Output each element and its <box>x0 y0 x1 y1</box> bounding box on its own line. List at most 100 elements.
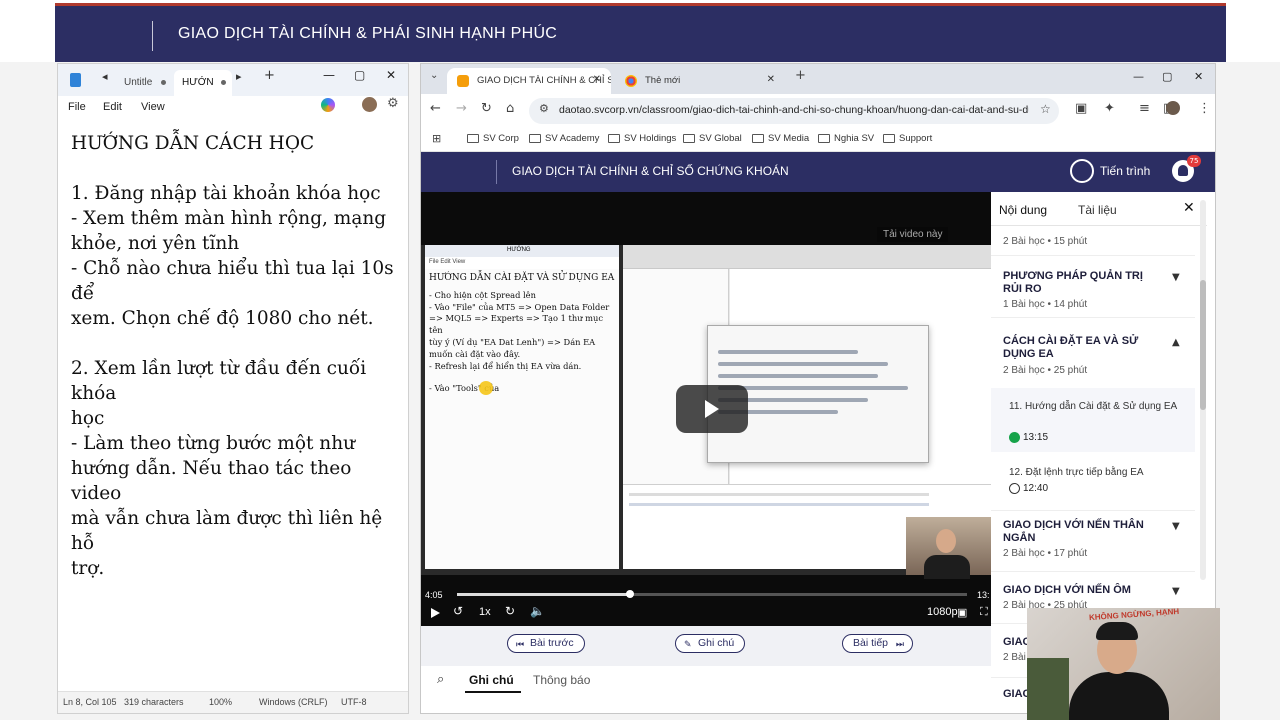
prev-lesson-button[interactable]: ⏮ Bài trước <box>507 634 585 653</box>
bookmark-item[interactable]: SV Holdings <box>608 133 676 144</box>
maximize-icon[interactable]: ▢ <box>354 68 365 82</box>
toolbox-line <box>629 503 929 506</box>
bookmark-item[interactable]: Support <box>883 133 932 144</box>
address-bar[interactable]: ⚙ daotao.svcorp.vn/classroom/giao-dich-t… <box>529 98 1059 124</box>
back-icon[interactable]: ← <box>430 101 441 116</box>
close-icon[interactable]: ✕ <box>1194 70 1203 83</box>
puzzle-icon[interactable]: ✦ <box>1104 101 1115 116</box>
person-hair <box>1096 622 1138 640</box>
panel-scrollbar-thumb[interactable] <box>1200 280 1206 410</box>
current-time: 4:05 <box>425 590 443 600</box>
reload-icon[interactable]: ↻ <box>481 101 492 116</box>
bookmark-star-icon[interactable]: ☆ <box>1040 102 1051 116</box>
gear-icon[interactable]: ⚙ <box>387 96 399 111</box>
apps-grid-icon[interactable]: ⊞ <box>432 132 441 145</box>
active-tab-underline <box>465 691 521 693</box>
media-control-icon[interactable]: ≡ <box>1139 101 1150 116</box>
tab-documents[interactable]: Tài liệu <box>1078 203 1117 217</box>
video-text-line: - Cho hiện cột Spread lên <box>429 289 536 300</box>
new-tab-icon[interactable]: + <box>264 68 275 83</box>
big-play-button[interactable] <box>676 385 748 433</box>
tab-scroll-left-icon[interactable]: ◂ <box>102 70 108 83</box>
section-item[interactable]: 2 Bài học • 15 phút <box>991 226 1195 256</box>
section-meta: 2 Bài học • 25 phút <box>1003 365 1088 376</box>
rewind-10-icon[interactable]: ↺ <box>453 604 463 618</box>
next-lesson-button[interactable]: Bài tiếp ⏭ <box>842 634 914 653</box>
forward-icon[interactable]: → <box>456 101 467 116</box>
video-text-line <box>429 372 617 383</box>
progress-trophy-icon[interactable] <box>1070 159 1094 183</box>
copilot-icon[interactable] <box>321 98 335 112</box>
tab-notes[interactable]: Ghi chú <box>469 673 514 687</box>
close-icon[interactable]: ✕ <box>386 68 396 82</box>
status-line-ending[interactable]: Windows (CRLF) <box>259 697 328 707</box>
video-notepad-tabs: HƯỚNG <box>425 245 619 257</box>
extension-icon[interactable]: ▣ <box>1075 101 1087 116</box>
tab-content[interactable]: Nội dung <box>999 203 1047 217</box>
speed-button[interactable]: 1x <box>479 606 491 618</box>
seek-bar[interactable] <box>457 590 967 598</box>
video-text-line: tùy ý (Ví dụ "EA Dat Lenh") => Dán EA <box>429 336 596 347</box>
lesson-duration: 13:15 <box>1023 432 1049 443</box>
text-line: trợ. <box>71 558 105 579</box>
status-zoom[interactable]: 100% <box>209 697 232 707</box>
bookmark-item[interactable]: SV Corp <box>467 133 519 144</box>
home-icon[interactable]: ⌂ <box>506 101 514 116</box>
fullscreen-icon[interactable]: ⛶ <box>980 606 988 619</box>
section-item[interactable]: GIAO DỊCH VỚI NẾN THÂN NGẮN 2 Bài học • … <box>991 510 1195 572</box>
close-tab-icon[interactable]: ✕ <box>593 74 601 85</box>
tab-announcements[interactable]: Thông báo <box>533 673 590 687</box>
panel-scrollbar[interactable] <box>1200 200 1206 580</box>
search-icon[interactable]: ⌕ <box>437 672 444 687</box>
section-item[interactable]: PHƯƠNG PHÁP QUẢN TRỊ RỦI RO 1 Bài học • … <box>991 256 1195 318</box>
dialog-row <box>718 350 858 354</box>
menu-file[interactable]: File <box>68 101 86 113</box>
plant <box>1027 658 1069 720</box>
notepad-tab-active[interactable]: HƯỚN <box>174 70 232 96</box>
profile-avatar[interactable] <box>1166 101 1180 115</box>
seek-bar-thumb[interactable] <box>626 590 635 598</box>
pip-icon[interactable]: ▣ <box>957 606 967 619</box>
bookmark-item[interactable]: Nghia SV <box>818 133 874 144</box>
browser-tab-new[interactable]: Thẻ mới ✕ <box>615 68 785 94</box>
maximize-icon[interactable]: ▢ <box>1162 70 1172 83</box>
close-icon[interactable]: ✕ <box>1183 200 1195 216</box>
webcam-overlay: KHÔNG NGỪNG, HẠNH <box>1027 608 1220 720</box>
bookmark-item[interactable]: SV Global <box>683 133 742 144</box>
download-video-tooltip[interactable]: Tải video này <box>877 227 949 242</box>
lesson-item-active[interactable]: 11. Hướng dẫn Cài đặt & Sử dụng EA 13:15 <box>991 388 1195 452</box>
new-tab-icon[interactable]: + <box>795 68 806 83</box>
section-item-expanded[interactable]: CÁCH CÀI ĐẶT EA VÀ SỬ DỤNG EA 2 Bài học … <box>991 318 1195 388</box>
section-title: CÁCH CÀI ĐẶT EA VÀ SỬ DỤNG EA <box>1003 335 1139 360</box>
play-icon[interactable] <box>431 608 440 618</box>
bookmark-item[interactable]: SV Academy <box>529 133 599 144</box>
tab-search-icon[interactable]: ⌄ <box>430 70 438 81</box>
dialog-row <box>718 374 878 378</box>
notepad-tab-untitled[interactable]: Untitle <box>116 70 172 96</box>
progress-link[interactable]: Tiến trình <box>1100 164 1150 178</box>
volume-icon[interactable]: 🔈 <box>530 604 545 618</box>
video-player[interactable]: HƯỚNG File Edit View HƯỚNG DẪN CÀI ĐẶT V… <box>421 192 991 626</box>
menu-view[interactable]: View <box>141 101 165 113</box>
avatar[interactable] <box>362 97 377 112</box>
notepad-tab-label: HƯỚN <box>182 77 214 88</box>
replay-icon[interactable]: ↻ <box>505 604 515 618</box>
notes-button[interactable]: ✎ Ghi chú <box>675 634 746 653</box>
site-info-icon[interactable]: ⚙ <box>539 102 549 115</box>
status-encoding[interactable]: UTF-8 <box>341 697 367 707</box>
browser-tab-course[interactable]: GIAO DỊCH TÀI CHÍNH & CHỈ SỐ ✕ <box>447 68 611 94</box>
lesson-item[interactable]: 12. Đặt lệnh trực tiếp bằng EA 12:40 <box>991 454 1195 510</box>
quality-button[interactable]: 1080p <box>927 606 958 618</box>
menu-edit[interactable]: Edit <box>103 101 122 113</box>
next-lesson-label: Bài tiếp <box>853 637 889 649</box>
folder-icon <box>752 134 764 143</box>
bookmark-item[interactable]: SV Media <box>752 133 809 144</box>
tab-scroll-right-icon[interactable]: ▸ <box>236 70 242 83</box>
minimize-icon[interactable]: — <box>1133 70 1144 83</box>
notepad-text-area[interactable]: HƯỚNG DẪN CÁCH HỌC 1. Đăng nhập tài khoả… <box>71 131 403 581</box>
lesson-title: 11. Hướng dẫn Cài đặt & Sử dụng EA <box>1009 401 1178 412</box>
close-tab-icon[interactable]: ✕ <box>767 74 775 85</box>
minimize-icon[interactable]: — <box>323 68 335 82</box>
section-title: PHƯƠNG PHÁP QUẢN TRỊ RỦI RO <box>1003 270 1143 295</box>
menu-dots-icon[interactable]: ⋮ <box>1198 101 1211 116</box>
